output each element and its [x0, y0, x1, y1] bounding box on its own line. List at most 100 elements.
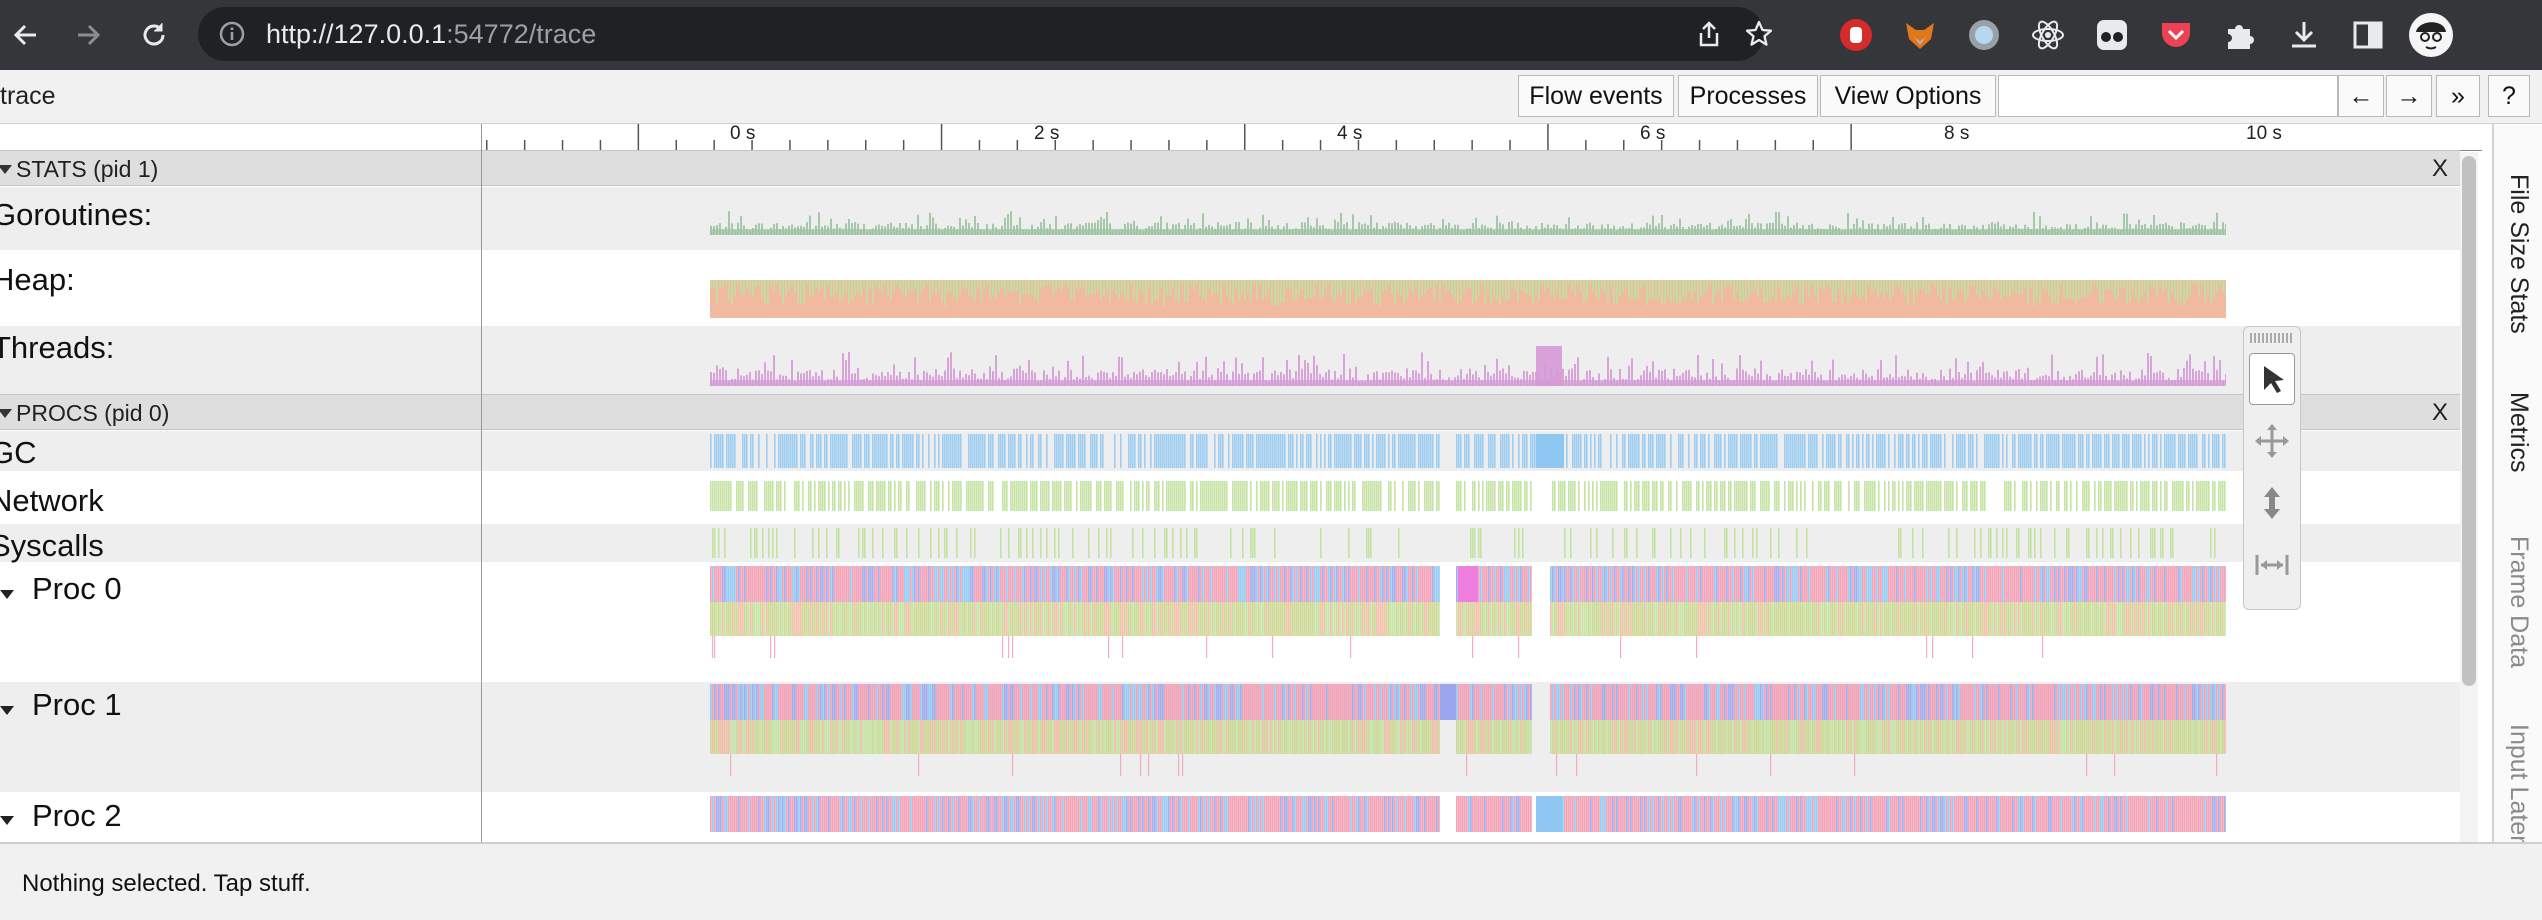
procs-group-title: PROCS (pid 0) [16, 400, 170, 426]
extension-circle-icon[interactable] [1966, 17, 2002, 53]
track-row-threads: Threads: [0, 326, 2460, 394]
share-icon[interactable] [1694, 19, 1724, 49]
status-text: Nothing selected. Tap stuff. [22, 870, 311, 897]
help-button[interactable]: ? [2488, 75, 2530, 117]
address-bar[interactable]: http://127.0.0.1:54772/trace [198, 7, 1773, 61]
collapse-triangle-icon[interactable] [0, 165, 12, 174]
tab-frame-data[interactable]: Frame Data [2504, 536, 2533, 668]
drag-handle[interactable] [2250, 333, 2294, 343]
avatar[interactable] [2408, 12, 2454, 58]
row-label-network: Network [0, 483, 104, 518]
proc-0-track[interactable] [710, 566, 2226, 676]
tab-file-size-stats[interactable]: File Size Stats [2504, 174, 2533, 334]
network-track[interactable] [710, 479, 2226, 513]
tick-label: 2 s [1034, 123, 1060, 144]
tick-label: 6 s [1640, 123, 1666, 144]
gc-chart [710, 434, 2226, 468]
tab-metrics[interactable]: Metrics [2504, 392, 2533, 473]
info-icon[interactable] [218, 20, 246, 48]
track-row-heap: Heap: [0, 250, 2460, 326]
find-prev-button[interactable]: ← [2338, 75, 2384, 117]
tick-label: 4 s [1337, 123, 1363, 144]
track-row-gc: GC [0, 431, 2460, 471]
search-input[interactable] [1998, 75, 2338, 117]
pointer-icon [2264, 366, 2284, 393]
ruler-ticks [486, 124, 1852, 150]
gc-track[interactable] [710, 434, 2226, 468]
star-icon[interactable] [1744, 19, 1774, 49]
trace-toolbar: trace Flow events Processes View Options… [0, 70, 2542, 124]
forward-button[interactable] [70, 17, 106, 53]
proc-2-chart [710, 796, 2226, 832]
stats-group-header[interactable]: STATS (pid 1) X [0, 150, 2460, 186]
procs-group-header[interactable]: PROCS (pid 0) X [0, 394, 2460, 430]
close-procs-button[interactable]: X [2432, 399, 2448, 427]
row-label-goroutines: Goroutines: [0, 197, 153, 232]
reload-button[interactable] [136, 17, 172, 53]
side-panel-tabs: File Size Stats Metrics Frame Data Input… [2492, 124, 2542, 874]
track-row-proc-0: Proc 0 [0, 562, 2460, 682]
expand-triangle-icon[interactable] [0, 706, 14, 715]
pan-icon [2255, 424, 2289, 458]
proc-0-chart [710, 566, 2226, 658]
row-label-proc-0: Proc 0 [32, 571, 122, 606]
timing-mode-button[interactable] [2249, 539, 2295, 591]
row-label-gc: GC [0, 435, 37, 470]
network-chart [710, 481, 2226, 511]
extension-glasses-icon[interactable] [2094, 17, 2130, 53]
status-bar: Nothing selected. Tap stuff. [0, 842, 2542, 920]
track-row-syscalls: Syscalls [0, 524, 2460, 563]
extension-stop-icon[interactable] [1838, 17, 1874, 53]
processes-button[interactable]: Processes [1678, 75, 1818, 117]
row-label-proc-2: Proc 2 [32, 798, 122, 833]
tick-label: 10 s [2246, 123, 2282, 144]
goroutines-track[interactable] [710, 205, 2226, 235]
browser-toolbar: http://127.0.0.1:54772/trace [0, 0, 2542, 70]
extension-fox-icon[interactable] [1902, 17, 1938, 53]
find-next-button[interactable]: → [2386, 75, 2432, 117]
flow-events-button[interactable]: Flow events [1518, 75, 1674, 117]
goroutines-chart [710, 211, 2226, 235]
puzzle-icon[interactable] [2222, 17, 2258, 53]
row-label-threads: Threads: [0, 330, 115, 365]
track-row-proc-1: Proc 1 [0, 682, 2460, 792]
row-label-syscalls: Syscalls [0, 528, 104, 563]
expand-triangle-icon[interactable] [0, 590, 14, 599]
row-label-heap: Heap: [0, 262, 75, 297]
track-row-proc-2: Proc 2 [0, 792, 2460, 842]
pan-mode-button[interactable] [2249, 415, 2295, 467]
view-options-button[interactable]: View Options [1820, 75, 1996, 117]
proc-2-track[interactable] [710, 796, 2226, 842]
scrollbar-thumb[interactable] [2462, 156, 2476, 686]
back-button[interactable] [8, 17, 44, 53]
collapse-triangle-icon[interactable] [0, 409, 12, 418]
heap-track[interactable] [710, 266, 2226, 318]
proc-1-chart [710, 684, 2226, 776]
tick-label: 8 s [1944, 123, 1970, 144]
trace-title: trace [0, 82, 56, 110]
react-devtools-icon[interactable] [2030, 17, 2066, 53]
syscalls-chart [712, 528, 2216, 558]
time-ruler: 0 s 2 s 4 s 6 s 8 s 10 s [482, 123, 2482, 151]
close-stats-button[interactable]: X [2432, 155, 2448, 183]
selection-mode-button[interactable] [2249, 353, 2295, 405]
tick-label: 0 s [730, 123, 756, 144]
timing-icon [2255, 555, 2289, 575]
row-label-proc-1: Proc 1 [32, 687, 122, 722]
back-icon [13, 24, 36, 46]
proc-1-track[interactable] [710, 684, 2226, 784]
label-column-divider [481, 124, 482, 842]
track-row-goroutines: Goroutines: [0, 187, 2460, 250]
sidepanel-icon[interactable] [2350, 17, 2386, 53]
syscalls-track[interactable] [710, 526, 2226, 560]
url-text: http://127.0.0.1:54772/trace [266, 19, 597, 49]
download-icon[interactable] [2286, 17, 2322, 53]
zoom-mode-button[interactable] [2249, 477, 2295, 529]
reload-icon [143, 23, 165, 46]
threads-track[interactable] [710, 346, 2226, 386]
expand-triangle-icon[interactable] [0, 816, 14, 825]
zoom-icon [2264, 487, 2280, 519]
mouse-mode-selector [2243, 326, 2301, 610]
more-button[interactable]: » [2436, 75, 2480, 117]
extension-pocket-icon[interactable] [2158, 17, 2194, 53]
